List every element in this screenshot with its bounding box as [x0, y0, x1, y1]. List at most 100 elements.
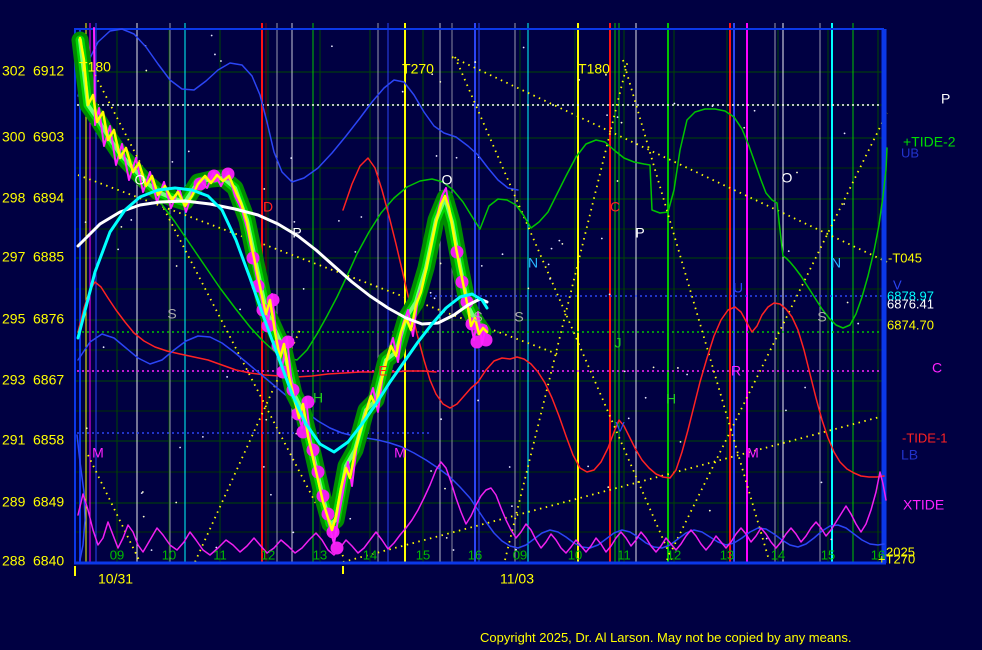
speckle-dot — [440, 263, 442, 265]
speckle-dot — [785, 409, 787, 411]
date-label: 11/03 — [500, 571, 534, 587]
side-label: -TIDE-1 — [902, 430, 948, 445]
planet-letter: T270 — [402, 61, 434, 77]
price-label-cash: 302 — [2, 63, 26, 79]
speckle-dot — [265, 419, 267, 421]
side-label: XTIDE — [903, 497, 944, 513]
hour-label: 10 — [568, 547, 582, 562]
speckle-dot — [527, 287, 529, 289]
speckle-dot — [743, 127, 745, 129]
speckle-dot — [290, 157, 292, 159]
hour-label: 13 — [720, 547, 734, 562]
speckle-dot — [617, 180, 619, 182]
hour-label: 09 — [110, 547, 124, 562]
speckle-dot — [509, 466, 511, 468]
speckle-dot — [188, 151, 190, 153]
speckle-dot — [686, 374, 688, 376]
hour-label: 12 — [261, 547, 275, 562]
hour-label: 10 — [162, 547, 176, 562]
side-label: UB — [901, 145, 919, 160]
speckle-dot — [263, 188, 265, 190]
planet-letter: T180 — [578, 61, 610, 77]
speckle-dot — [551, 248, 553, 250]
hour-label: 13 — [313, 547, 327, 562]
price-label-emini: 6867 — [33, 372, 64, 388]
date-label: 10/31 — [98, 571, 133, 587]
speckle-dot — [430, 470, 432, 472]
planet-letter: M — [394, 445, 406, 461]
speckle-dot — [120, 226, 122, 228]
speckle-dot — [354, 251, 356, 253]
speckle-dot — [270, 494, 272, 496]
speckle-dot — [680, 441, 682, 443]
speckle-dot — [677, 367, 679, 369]
speckle-dot — [179, 447, 181, 449]
speckle-dot — [446, 537, 448, 539]
planet-letter: U — [733, 280, 743, 296]
speckle-dot — [844, 132, 846, 134]
speckle-dot — [549, 278, 551, 280]
speckle-dot — [239, 309, 241, 311]
planet-letter: J — [615, 335, 622, 351]
planet-letter: T180 — [79, 59, 111, 75]
hour-label: 09 — [513, 547, 527, 562]
speckle-dot — [303, 288, 305, 290]
speckle-dot — [843, 203, 845, 205]
speckle-dot — [847, 302, 849, 304]
speckle-dot — [645, 397, 647, 399]
price-label-cash: 297 — [2, 249, 26, 265]
speckle-dot — [440, 418, 442, 420]
speckle-dot — [360, 216, 362, 218]
speckle-dot — [511, 505, 513, 507]
planet-letter: P — [292, 225, 301, 241]
planet-letter: S — [514, 309, 523, 325]
speckle-dot — [202, 436, 204, 438]
speckle-dot — [601, 238, 603, 240]
price-dot — [331, 542, 344, 555]
speckle-dot — [145, 70, 147, 72]
speckle-dot — [477, 400, 479, 402]
speckle-dot — [653, 366, 655, 368]
planet-letter: S — [167, 306, 176, 322]
hour-label: 14 — [363, 547, 377, 562]
speckle-dot — [587, 465, 589, 467]
planet-letter: E — [378, 363, 387, 379]
price-label-emini: 6858 — [33, 432, 64, 448]
side-label: C — [932, 360, 942, 376]
speckle-dot — [561, 243, 563, 245]
planet-letter: S — [817, 309, 826, 325]
speckle-dot — [436, 155, 438, 157]
planet-letter: S — [473, 309, 482, 325]
speckle-dot — [171, 161, 173, 163]
planet-letter: D — [263, 199, 273, 215]
speckle-dot — [481, 265, 483, 267]
speckle-dot — [263, 466, 265, 468]
speckle-dot — [607, 486, 609, 488]
hour-label: 14 — [771, 547, 785, 562]
price-label-cash: 300 — [2, 129, 26, 145]
hour-label: 15 — [416, 547, 430, 562]
speckle-dot — [293, 221, 295, 223]
price-label-emini: 6876 — [33, 311, 64, 327]
speckle-dot — [402, 91, 404, 93]
speckle-dot — [617, 116, 619, 118]
speckle-dot — [624, 370, 626, 372]
speckle-dot — [439, 81, 441, 83]
chart-canvas: T180T270T180OOOPPDCENNSSSSJHHMMMVUR30269… — [0, 0, 982, 650]
speckle-dot — [117, 248, 119, 250]
side-label: -T045 — [888, 250, 922, 265]
side-label: 6874.70 — [887, 317, 934, 332]
planet-letter: P — [635, 225, 644, 241]
hour-label: 16 — [468, 547, 482, 562]
speckle-dot — [609, 293, 611, 295]
hour-label: 11 — [213, 547, 227, 562]
speckle-dot — [86, 427, 88, 429]
price-label-cash: 291 — [2, 432, 26, 448]
speckle-dot — [621, 122, 623, 124]
speckle-dot — [143, 516, 145, 518]
speckle-dot — [103, 346, 105, 348]
side-label: +T270 — [878, 551, 915, 566]
speckle-dot — [176, 265, 178, 267]
speckle-dot — [830, 538, 832, 540]
planet-letter: M — [92, 445, 104, 461]
